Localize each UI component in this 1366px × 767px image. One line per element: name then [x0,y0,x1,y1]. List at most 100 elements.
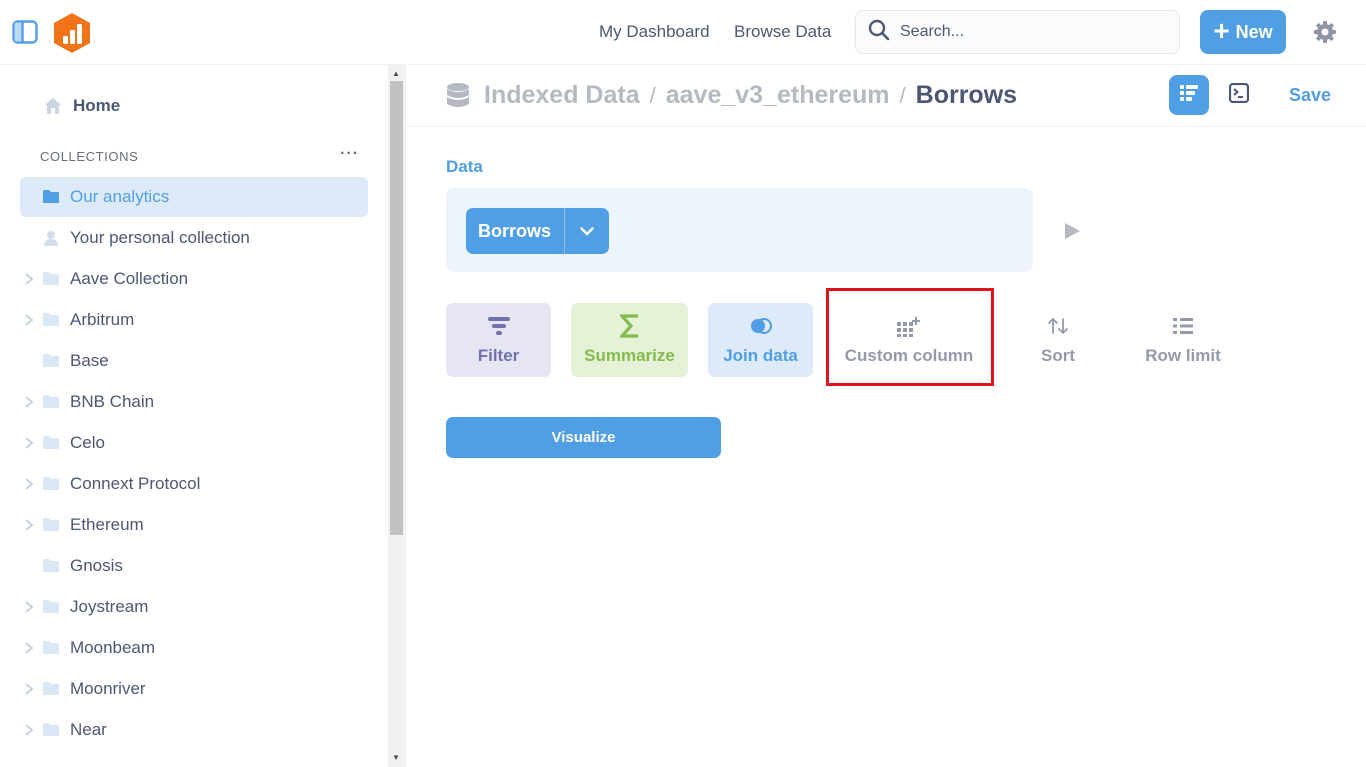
search-icon [868,19,890,46]
page-title: Borrows [915,81,1018,109]
sidebar-collection-item[interactable]: Joystream [20,587,368,627]
chevron-right-icon[interactable] [24,271,34,285]
question-header: Indexed Data / aave_v3_ethereum / Borrow… [406,65,1366,127]
plus-icon: + [1213,14,1230,46]
new-button-label: New [1235,21,1273,42]
gear-icon[interactable] [1313,20,1337,44]
scrollbar-thumb[interactable] [390,81,403,535]
chevron-right-icon[interactable] [24,476,34,490]
notebook-icon [1179,84,1199,107]
data-step: Borrows [446,188,1033,272]
scroll-down-arrow-icon[interactable]: ▼ [392,753,400,762]
chevron-right-icon[interactable] [24,599,34,613]
sort-arrows-icon [1046,313,1070,339]
sidebar-item-label: Connext Protocol [70,474,201,493]
sidebar-collection-item[interactable]: Moonriver [20,669,368,709]
sidebar-item-label: Joystream [70,597,149,616]
folder-icon [42,435,60,450]
sort-label: Sort [1041,346,1075,365]
chevron-right-icon[interactable] [24,681,34,695]
search-input[interactable] [900,23,1160,41]
sort-button[interactable]: Sort [1030,303,1086,377]
sigma-icon [619,313,640,339]
folder-icon [42,353,60,368]
sidebar-collection-item[interactable]: Aave Collection [20,259,368,299]
notebook-editor-button[interactable] [1169,75,1209,115]
sidebar-item-home[interactable]: Home [44,93,120,119]
sidebar-item-label: Gnosis [70,556,123,575]
chevron-right-icon[interactable] [24,435,34,449]
chevron-right-icon[interactable] [24,312,34,326]
chevron-right-icon[interactable] [24,640,34,654]
app-logo[interactable] [52,12,92,54]
sidebar-collection-item[interactable]: Gnosis [20,546,368,586]
chevron-right-icon[interactable] [24,722,34,736]
sql-editor-button[interactable] [1219,75,1259,115]
custom-column-button[interactable]: Custom column [838,303,980,377]
sidebar-collection-item[interactable]: Connext Protocol [20,464,368,504]
folder-icon [42,517,60,532]
top-navigation-bar: My Dashboard Browse Data + New [0,0,1366,65]
breadcrumb-schema[interactable]: aave_v3_ethereum [666,81,890,110]
scroll-up-arrow-icon[interactable]: ▲ [392,69,400,78]
sidebar-toggle-icon[interactable] [12,20,38,44]
visualize-button[interactable]: Visualize [446,417,721,458]
summarize-button[interactable]: Summarize [571,303,688,377]
breadcrumb: Indexed Data / aave_v3_ethereum / Borrow… [484,81,1017,110]
folder-icon [42,558,60,573]
sidebar-collection-item[interactable]: Your personal collection [20,218,368,258]
person-icon [42,230,60,246]
sidebar-item-label: Aave Collection [70,269,189,288]
join-data-label: Join data [723,346,798,365]
folder-icon [42,476,60,491]
sidebar-item-label: BNB Chain [70,392,155,411]
filter-button[interactable]: Filter [446,303,551,377]
table-selector[interactable]: Borrows [466,208,610,254]
more-options-icon[interactable]: ··· [340,145,359,163]
custom-column-label: Custom column [844,346,974,365]
sidebar-item-label: Moonriver [70,679,146,698]
save-button[interactable]: Save [1289,85,1331,106]
sidebar-item-label: Our analytics [70,187,170,206]
filter-label: Filter [477,346,520,365]
sidebar: Home COLLECTIONS ··· Our analytics Your p… [0,65,388,767]
folder-icon [42,681,60,696]
folder-icon [42,312,60,327]
collections-header: COLLECTIONS [40,149,139,164]
row-limit-button[interactable]: Row limit [1140,303,1226,377]
chevron-right-icon[interactable] [24,517,34,531]
nav-browse-data[interactable]: Browse Data [734,22,831,42]
add-column-icon [896,313,922,339]
list-icon [1172,313,1194,339]
play-icon[interactable] [1063,222,1081,240]
chevron-down-icon[interactable] [564,208,609,254]
sidebar-collection-item[interactable]: Base [20,341,368,381]
nav-my-dashboard[interactable]: My Dashboard [599,22,710,42]
sidebar-collection-item[interactable]: Near [20,710,368,750]
sidebar-item-label: Arbitrum [70,310,135,329]
new-button[interactable]: + New [1200,10,1286,54]
sidebar-collection-item[interactable]: Moonbeam [20,628,368,668]
data-step-label: Data [446,157,483,176]
breadcrumb-separator: / [899,82,906,108]
breadcrumb-database[interactable]: Indexed Data [484,81,640,110]
sidebar-item-label: Near [70,720,107,739]
chevron-right-icon[interactable] [24,394,34,408]
sidebar-collection-item[interactable]: Our analytics [20,177,368,217]
terminal-icon [1228,82,1250,108]
summarize-label: Summarize [584,346,675,365]
join-data-button[interactable]: Join data [708,303,813,377]
folder-icon [42,189,60,204]
sidebar-collection-item[interactable]: BNB Chain [20,382,368,422]
sidebar-collection-item[interactable]: Arbitrum [20,300,368,340]
sidebar-scrollbar[interactable]: ▲ ▼ [388,65,406,767]
sidebar-item-label: Ethereum [70,515,144,534]
home-icon [44,97,62,115]
folder-icon [42,271,60,286]
sidebar-item-label: Your personal collection [70,228,250,247]
table-name[interactable]: Borrows [466,208,564,254]
sidebar-collection-item[interactable]: Ethereum [20,505,368,545]
sidebar-collection-item[interactable]: Celo [20,423,368,463]
join-icon [749,313,773,339]
search-box[interactable] [855,10,1180,54]
